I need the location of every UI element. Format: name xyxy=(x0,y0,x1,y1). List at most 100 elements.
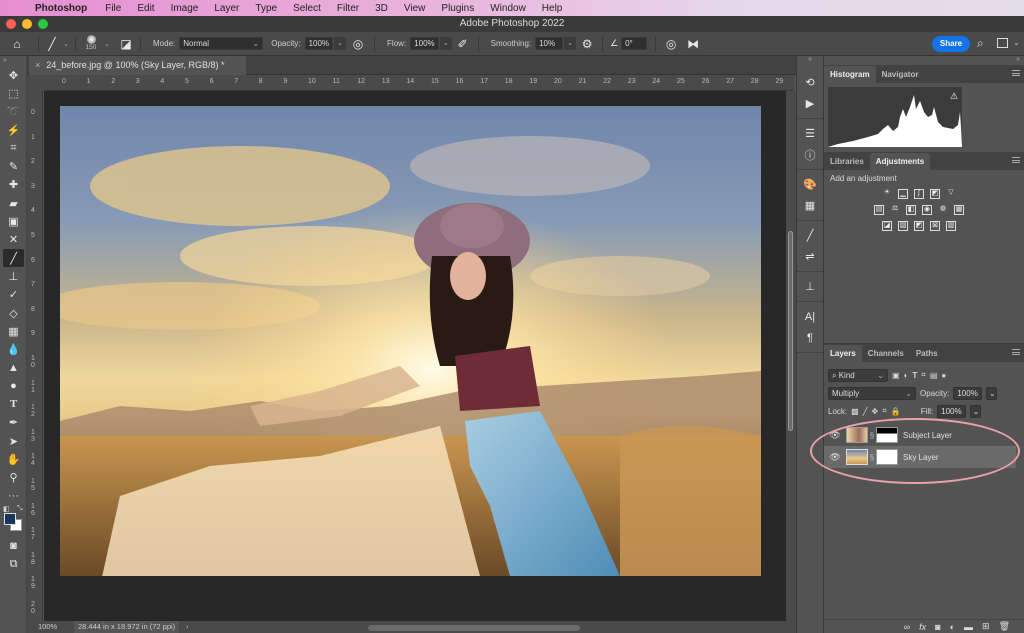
lock-all-icon[interactable]: 🔒 xyxy=(891,407,901,416)
layer-mask-thumbnail[interactable] xyxy=(876,449,898,465)
black-white-icon[interactable]: ◧ xyxy=(906,205,916,215)
warning-icon[interactable]: ⚠ xyxy=(950,91,958,101)
tab-libraries[interactable]: Libraries xyxy=(824,153,870,170)
ruler-origin[interactable] xyxy=(27,75,43,91)
document-dimensions[interactable]: 28.444 in x 18.972 in (72 ppi) xyxy=(74,621,180,633)
close-window-button[interactable] xyxy=(6,19,16,29)
fill-dropdown[interactable]: ⌄ xyxy=(969,404,981,418)
horizontal-scroll-thumb[interactable] xyxy=(368,625,580,631)
hand-tool-icon[interactable]: ✋ xyxy=(0,450,27,468)
quick-mask-icon[interactable]: ◙ xyxy=(0,537,27,555)
magic-wand-tool-icon[interactable]: ⚡ xyxy=(0,121,27,139)
clone-source-panel-icon[interactable]: ⊥ xyxy=(797,276,823,297)
filter-smart-object-icon[interactable]: ▤ xyxy=(930,371,938,380)
pen-tool-icon[interactable]: ✒ xyxy=(0,414,27,432)
curves-icon[interactable]: ∫ xyxy=(914,189,924,199)
brush-tool-preset-icon[interactable]: ╱ xyxy=(43,37,61,51)
smoothing-input[interactable]: 10% xyxy=(535,37,564,50)
panel-collapse-icon[interactable]: » xyxy=(0,56,26,66)
levels-icon[interactable]: ▁ xyxy=(898,189,908,199)
path-selection-tool-icon[interactable]: ➤ xyxy=(0,432,27,450)
info-panel-icon[interactable]: ⓘ xyxy=(797,144,823,165)
blur-tool-icon[interactable]: 💧 xyxy=(0,340,27,358)
mode-select[interactable]: Normal ⌄ xyxy=(179,37,264,50)
swap-colors-icon[interactable]: ⤡ xyxy=(17,505,23,513)
history-panel-icon[interactable]: ⟲ xyxy=(797,72,823,93)
menu-layer[interactable]: Layer xyxy=(214,3,239,14)
menu-plugins[interactable]: Plugins xyxy=(441,3,474,14)
paragraph-panel-icon[interactable]: ¶ xyxy=(797,327,823,348)
chevron-down-icon[interactable]: ⌄ xyxy=(1013,38,1020,47)
lock-transparent-icon[interactable]: ▩ xyxy=(851,407,859,416)
hue-saturation-icon[interactable]: ▤ xyxy=(874,205,884,215)
brush-settings-panel-icon[interactable]: ◪ xyxy=(116,37,136,51)
marquee-tool-icon[interactable]: ⬚ xyxy=(0,84,27,102)
character-panel-icon[interactable]: A| xyxy=(797,306,823,327)
panel-menu-icon[interactable] xyxy=(1012,349,1020,355)
vertical-scroll-thumb[interactable] xyxy=(788,231,793,431)
photo-filter-icon[interactable]: ◉ xyxy=(922,205,932,215)
flow-input[interactable]: 100% xyxy=(410,37,439,50)
healing-brush-tool-icon[interactable]: ▰ xyxy=(0,194,27,212)
smoothing-options-gear-icon[interactable]: ⚙ xyxy=(576,37,598,51)
layer-opacity-input[interactable]: 100% xyxy=(953,386,982,400)
default-colors-icon[interactable]: ◧ xyxy=(3,505,10,513)
eraser-tool-icon[interactable]: ◇ xyxy=(0,304,27,322)
layer-row[interactable]: 👁 § Subject Layer xyxy=(824,424,1016,446)
layer-row-selected[interactable]: 👁 § Sky Layer xyxy=(824,446,1016,468)
pressure-size-icon[interactable]: ◎ xyxy=(660,37,682,51)
lasso-tool-icon[interactable]: ➰ xyxy=(0,103,27,121)
dodge-tool-icon[interactable]: ● xyxy=(0,377,27,395)
new-group-folder-icon[interactable]: ▬ xyxy=(964,622,973,632)
brush-settings-panel-icon[interactable]: ⇌ xyxy=(797,246,823,267)
lock-artboard-icon[interactable]: ⌗ xyxy=(882,406,887,416)
threshold-icon[interactable]: ◩ xyxy=(914,221,924,231)
properties-panel-icon[interactable]: ☰ xyxy=(797,123,823,144)
link-layers-icon[interactable]: ∞ xyxy=(904,622,910,632)
document-image[interactable] xyxy=(60,106,761,576)
flow-dropdown[interactable]: ⌄ xyxy=(439,37,452,50)
menu-image[interactable]: Image xyxy=(171,3,199,14)
filter-type-icon[interactable]: T xyxy=(912,371,917,380)
filter-adjustment-icon[interactable]: ◐ xyxy=(904,371,909,380)
content-aware-move-tool-icon[interactable]: ✕ xyxy=(0,231,27,249)
brush-size-picker[interactable]: 150 xyxy=(80,33,102,55)
screen-mode-icon[interactable]: ⧉ xyxy=(0,555,27,573)
move-tool-icon[interactable]: ✥ xyxy=(0,66,27,84)
new-layer-icon[interactable]: ⊞ xyxy=(982,621,990,632)
tab-layers[interactable]: Layers xyxy=(824,345,862,362)
search-icon[interactable]: ⌕ xyxy=(977,36,984,51)
brush-tool-icon[interactable]: ╱ xyxy=(3,248,24,268)
tab-adjustments[interactable]: Adjustments xyxy=(869,153,931,170)
chevron-down-icon[interactable]: ⌄ xyxy=(61,40,71,48)
frame-tool-icon[interactable]: ▣ xyxy=(0,212,27,230)
color-swatches[interactable]: ◧ ⤡ xyxy=(0,505,26,532)
color-lookup-icon[interactable]: ▦ xyxy=(954,205,964,215)
visibility-eye-icon[interactable]: 👁 xyxy=(824,452,846,463)
minimize-window-button[interactable] xyxy=(22,19,32,29)
gradient-map-icon[interactable]: ▥ xyxy=(946,221,956,231)
symmetry-butterfly-icon[interactable]: ⧓ xyxy=(682,37,704,51)
fill-input[interactable]: 100% xyxy=(937,404,966,418)
eyedropper-tool-icon[interactable]: ✎ xyxy=(0,157,27,175)
menu-edit[interactable]: Edit xyxy=(137,3,154,14)
menu-select[interactable]: Select xyxy=(293,3,321,14)
share-button[interactable]: Share xyxy=(932,36,970,52)
document-tab[interactable]: × 24_before.jpg @ 100% (Sky Layer, RGB/8)… xyxy=(29,56,246,75)
close-tab-icon[interactable]: × xyxy=(35,60,40,70)
menu-window[interactable]: Window xyxy=(490,3,526,14)
foreground-color-swatch[interactable] xyxy=(4,513,16,526)
actions-panel-icon[interactable]: ▶ xyxy=(797,93,823,114)
link-icon[interactable]: § xyxy=(868,431,876,440)
canvas-area[interactable] xyxy=(44,91,788,621)
brightness-contrast-icon[interactable]: ☀ xyxy=(882,189,892,199)
vertical-scrollbar[interactable] xyxy=(786,91,796,621)
add-mask-icon[interactable]: ◙ xyxy=(935,622,940,632)
more-tools-icon[interactable]: ··· xyxy=(0,487,27,505)
selective-color-icon[interactable]: ⊠ xyxy=(930,221,940,231)
lock-position-icon[interactable]: ✥ xyxy=(872,407,879,416)
layer-name[interactable]: Subject Layer xyxy=(903,431,952,440)
color-balance-icon[interactable]: ⚖ xyxy=(890,205,900,215)
crop-tool-icon[interactable]: ⌗ xyxy=(0,139,27,157)
visibility-eye-icon[interactable]: 👁 xyxy=(824,430,846,441)
